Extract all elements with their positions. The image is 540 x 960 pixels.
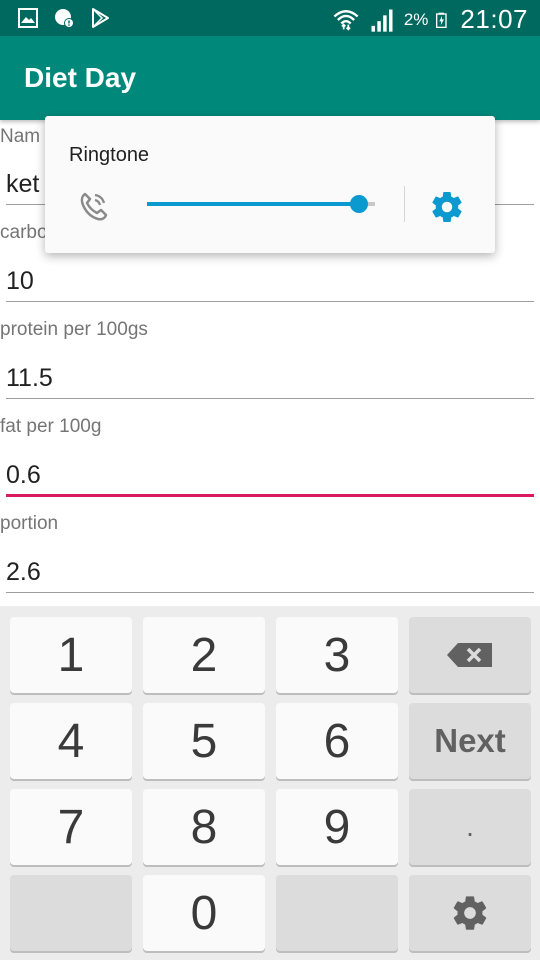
blank-key-right[interactable]: [276, 875, 398, 951]
key-1-label: 1: [57, 628, 85, 682]
battery-icon: [436, 12, 448, 28]
battery-percent: 2%: [403, 9, 429, 29]
key-5-label: 5: [190, 714, 218, 768]
key-8-label: 8: [190, 800, 218, 854]
next-key-label: Next: [434, 722, 506, 759]
play-store-icon: [92, 8, 109, 28]
protein-label: protein per 100gs: [0, 319, 148, 340]
key-4[interactable]: 4: [10, 703, 132, 779]
signal-icon: [371, 9, 393, 32]
protein-underline: [6, 398, 534, 399]
name-input[interactable]: ket: [6, 170, 39, 199]
fat-underline-focused: [6, 494, 534, 497]
notification-icons: [16, 6, 112, 30]
backspace-key[interactable]: [409, 617, 531, 693]
carbo-label: carbo: [0, 222, 48, 243]
blank-key-left[interactable]: [10, 875, 132, 951]
key-2-label: 2: [190, 628, 218, 682]
key-0-label: 0: [190, 886, 218, 940]
key-8[interactable]: 8: [143, 789, 265, 865]
key-9-label: 9: [323, 800, 351, 854]
slider-thumb[interactable]: [350, 195, 369, 213]
wifi-icon: [333, 9, 359, 31]
volume-popup: Ringtone: [45, 116, 495, 253]
ringtone-icon: [80, 192, 108, 221]
popup-title: Ringtone: [69, 144, 150, 166]
gear-icon[interactable]: [429, 189, 465, 225]
key-6-label: 6: [323, 714, 351, 768]
carbo-underline: [6, 301, 534, 302]
key-7[interactable]: 7: [10, 789, 132, 865]
key-7-label: 7: [57, 800, 85, 854]
app-bar: Diet Day: [0, 36, 540, 120]
volume-slider[interactable]: [147, 195, 375, 213]
status-bar: 2% 21:07: [0, 0, 540, 36]
portion-label: portion: [0, 513, 59, 534]
gallery-icon: [18, 8, 38, 28]
slider-fill: [147, 202, 360, 206]
chat-icon: [55, 9, 74, 28]
next-key[interactable]: Next: [409, 703, 531, 779]
popup-divider: [404, 186, 405, 222]
system-icons: 2% 21:07: [332, 4, 528, 35]
numeric-keyboard: 1 2 3 4 5 6 Next 7 8 9 . 0: [0, 606, 540, 960]
key-3-label: 3: [323, 628, 351, 682]
key-3[interactable]: 3: [276, 617, 398, 693]
dot-key-label: .: [466, 811, 474, 842]
app-title: Diet Day: [24, 62, 137, 93]
fat-input[interactable]: 0.6: [6, 461, 41, 490]
dot-key[interactable]: .: [409, 789, 531, 865]
gear-icon: [453, 896, 487, 930]
key-9[interactable]: 9: [276, 789, 398, 865]
fat-label: fat per 100g: [0, 416, 102, 437]
key-4-label: 4: [57, 714, 85, 768]
key-2[interactable]: 2: [143, 617, 265, 693]
backspace-icon: [447, 643, 492, 667]
carbo-input[interactable]: 10: [6, 267, 34, 296]
portion-underline: [6, 592, 534, 593]
name-label: Nam: [0, 126, 41, 147]
key-6[interactable]: 6: [276, 703, 398, 779]
key-5[interactable]: 5: [143, 703, 265, 779]
clock: 21:07: [460, 4, 528, 34]
key-0[interactable]: 0: [143, 875, 265, 951]
portion-input[interactable]: 2.6: [6, 558, 41, 587]
keyboard-settings-key[interactable]: [409, 875, 531, 951]
key-1[interactable]: 1: [10, 617, 132, 693]
protein-input[interactable]: 11.5: [6, 364, 53, 393]
